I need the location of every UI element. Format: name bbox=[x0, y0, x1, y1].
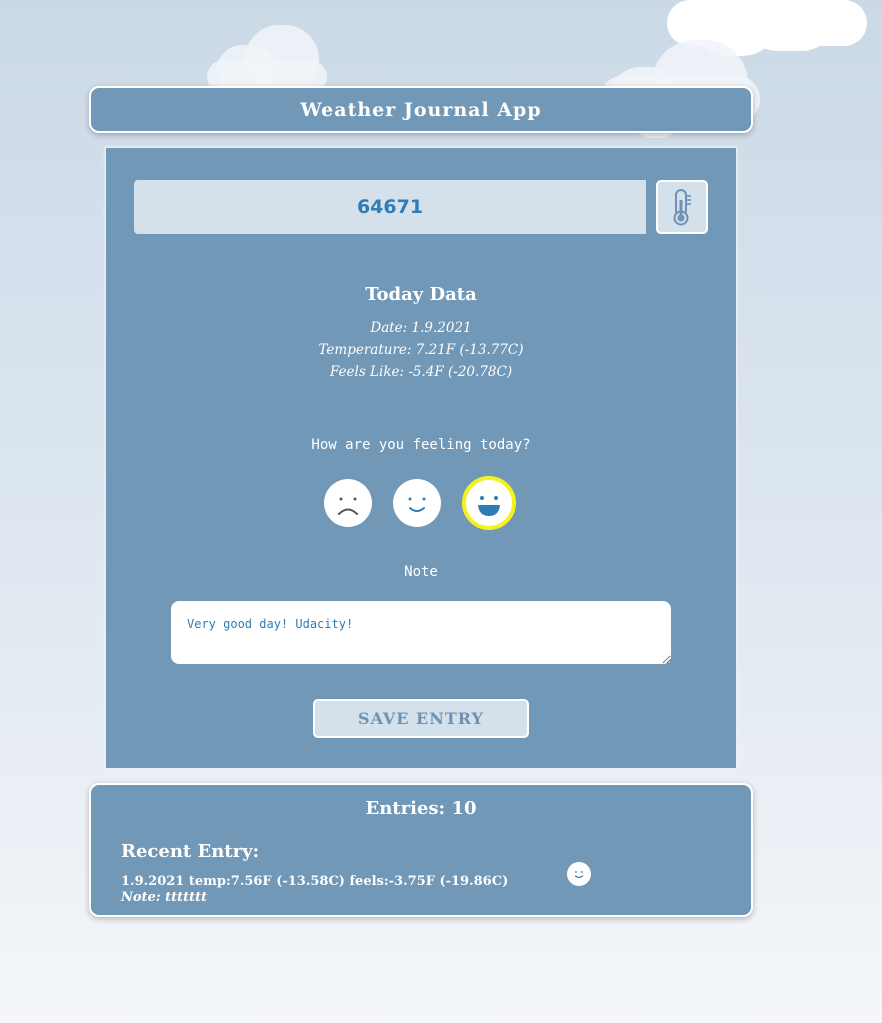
cloud-decoration bbox=[245, 25, 319, 93]
thermometer-icon bbox=[673, 189, 691, 226]
mood-neutral-button[interactable] bbox=[393, 479, 441, 527]
today-heading: Today Data bbox=[365, 284, 477, 305]
feeling-prompt: How are you feeling today? bbox=[311, 437, 531, 453]
mood-selector bbox=[322, 476, 522, 532]
smile-face-icon bbox=[574, 871, 584, 879]
mood-happy-button[interactable] bbox=[462, 476, 516, 530]
app-header: Weather Journal App bbox=[89, 86, 753, 133]
note-textarea[interactable]: Very good day! Udacity! bbox=[171, 601, 671, 664]
smile-face-icon bbox=[408, 497, 426, 512]
entries-panel: Entries: 10 Recent Entry: 1.9.2021 temp:… bbox=[89, 783, 753, 917]
recent-entry-data: 1.9.2021 temp:7.56F (-13.58C) feels:-3.7… bbox=[121, 874, 509, 889]
note-label: Note bbox=[404, 564, 438, 580]
recent-entry-mood bbox=[567, 862, 591, 886]
today-data-section: Today Data Date: 1.9.2021 Temperature: 7… bbox=[106, 284, 736, 383]
save-entry-button[interactable]: SAVE ENTRY bbox=[313, 699, 529, 738]
today-feels-like: Feels Like: -5.4F (-20.78C) bbox=[329, 364, 513, 380]
recent-entry-title: Recent Entry: bbox=[121, 841, 260, 862]
app-title: Weather Journal App bbox=[300, 98, 542, 121]
recent-entry-note: Note: ttttttt bbox=[121, 890, 208, 905]
get-weather-button[interactable] bbox=[656, 180, 708, 234]
journal-form: Today Data Date: 1.9.2021 Temperature: 7… bbox=[105, 147, 737, 769]
entries-count: Entries: 10 bbox=[365, 798, 477, 819]
today-temperature: Temperature: 7.21F (-13.77C) bbox=[318, 342, 524, 358]
cloud-decoration bbox=[745, 0, 835, 51]
mood-sad-button[interactable] bbox=[324, 479, 372, 527]
zip-input[interactable] bbox=[134, 180, 646, 234]
today-date: Date: 1.9.2021 bbox=[370, 320, 472, 336]
sad-face-icon bbox=[338, 497, 358, 515]
happy-face-icon bbox=[478, 496, 500, 516]
